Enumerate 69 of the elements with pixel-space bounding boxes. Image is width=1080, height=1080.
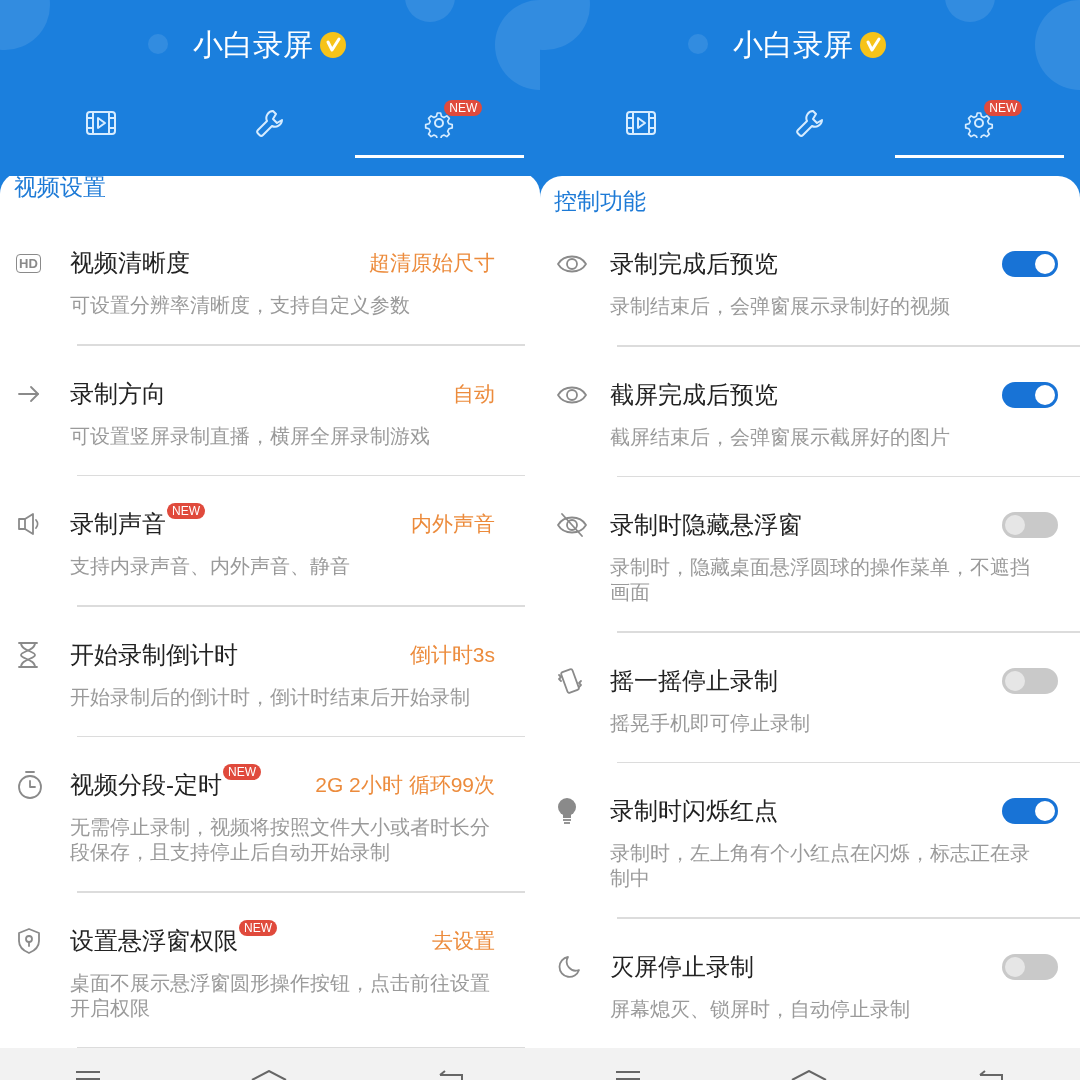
home-icon[interactable]	[791, 1070, 827, 1080]
menu-icon[interactable]	[75, 1070, 101, 1080]
verified-badge-icon	[319, 31, 347, 59]
setting-value[interactable]: 超清原始尺寸	[369, 248, 495, 278]
setting-description: 录制时，左上角有个小红点在闪烁，标志正在录制中	[610, 841, 1031, 891]
setting-description: 截屏结束后，会弹窗展示截屏好的图片	[610, 424, 951, 450]
eye-icon	[556, 253, 588, 275]
setting-description: 无需停止录制，视频将按照文件大小或者时长分段保存，且支持停止后自动开始录制	[70, 815, 491, 865]
setting-description: 录制结束后，会弹窗展示录制好的视频	[610, 294, 951, 319]
setting-value[interactable]: 去设置	[432, 925, 495, 956]
setting-title: 灭屏停止录制	[610, 952, 754, 980]
setting-title: 录制方向	[70, 379, 166, 407]
setting-description: 摇晃手机即可停止录制	[610, 710, 811, 736]
setting-title: 录制声音	[70, 510, 166, 537]
wrench-icon	[255, 107, 285, 138]
setting-description: 可设置竖屏录制直播，横屏全屏录制游戏	[70, 423, 431, 449]
hd-icon: HD	[16, 253, 41, 273]
setting-description: 录制时，隐藏桌面悬浮圆球的操作菜单，不遮挡画面	[610, 555, 1031, 605]
setting-description: 开始录制后的倒计时，倒计时结束后开始录制	[70, 684, 471, 710]
setting-title: 开始录制倒计时	[70, 640, 238, 668]
new-badge: NEW	[444, 99, 483, 116]
eye-slash-icon	[556, 512, 588, 538]
toggle-switch[interactable]	[1002, 667, 1058, 694]
new-badge: NEW	[984, 99, 1023, 116]
menu-icon[interactable]	[615, 1070, 641, 1080]
new-badge: NEW	[167, 503, 205, 519]
setting-value[interactable]: 倒计时3s	[409, 639, 495, 670]
film-icon	[624, 109, 657, 136]
section-title: 视频设置	[14, 174, 106, 200]
hourglass-icon	[16, 640, 40, 669]
setting-description: 屏幕熄灭、锁屏时，自动停止录制	[610, 996, 911, 1022]
app-title: 小白录屏	[733, 27, 853, 63]
setting-value[interactable]: 2G 2小时 循环99次	[315, 770, 495, 800]
back-icon[interactable]	[977, 1070, 1005, 1080]
stopwatch-icon	[16, 770, 44, 800]
new-badge: NEW	[239, 919, 277, 936]
setting-description: 可设置分辨率清晰度，支持自定义参数	[70, 293, 411, 318]
shield-icon	[16, 926, 42, 955]
back-icon[interactable]	[437, 1070, 465, 1080]
toggle-switch[interactable]	[1002, 798, 1058, 824]
moon-icon	[556, 953, 582, 980]
phone-shake-icon	[556, 665, 584, 696]
home-icon[interactable]	[251, 1070, 287, 1080]
setting-title: 录制完成后预览	[610, 250, 778, 277]
toggle-switch[interactable]	[1002, 953, 1058, 980]
app-title: 小白录屏	[193, 27, 313, 63]
setting-title: 截屏完成后预览	[610, 380, 778, 408]
light-bulb-icon	[556, 797, 578, 825]
tab[interactable]: NEW	[354, 90, 524, 158]
toggle-switch[interactable]	[1002, 381, 1058, 408]
setting-title: 设置悬浮窗权限	[70, 926, 238, 954]
setting-value[interactable]: 自动	[453, 378, 495, 409]
setting-description: 桌面不展示悬浮窗圆形操作按钮，点击前往设置开启权限	[70, 970, 491, 1021]
setting-title: 摇一摇停止录制	[610, 666, 778, 694]
tab[interactable]: NEW	[894, 90, 1064, 158]
setting-title: 视频清晰度	[70, 249, 190, 276]
setting-description: 支持内录声音、内外声音、静音	[70, 554, 351, 579]
wrench-icon	[795, 107, 825, 138]
new-badge: NEW	[223, 764, 261, 780]
setting-title: 录制时闪烁红点	[610, 797, 778, 824]
setting-title: 录制时隐藏悬浮窗	[610, 511, 802, 538]
section-title: 控制功能	[554, 188, 646, 214]
arrow-right-icon	[16, 383, 42, 404]
toggle-switch[interactable]	[1002, 512, 1058, 538]
verified-badge-icon	[859, 31, 887, 59]
setting-value[interactable]: 内外声音	[411, 509, 495, 539]
film-icon	[84, 109, 117, 136]
toggle-switch[interactable]	[1002, 251, 1058, 277]
setting-title: 视频分段-定时	[70, 771, 222, 798]
